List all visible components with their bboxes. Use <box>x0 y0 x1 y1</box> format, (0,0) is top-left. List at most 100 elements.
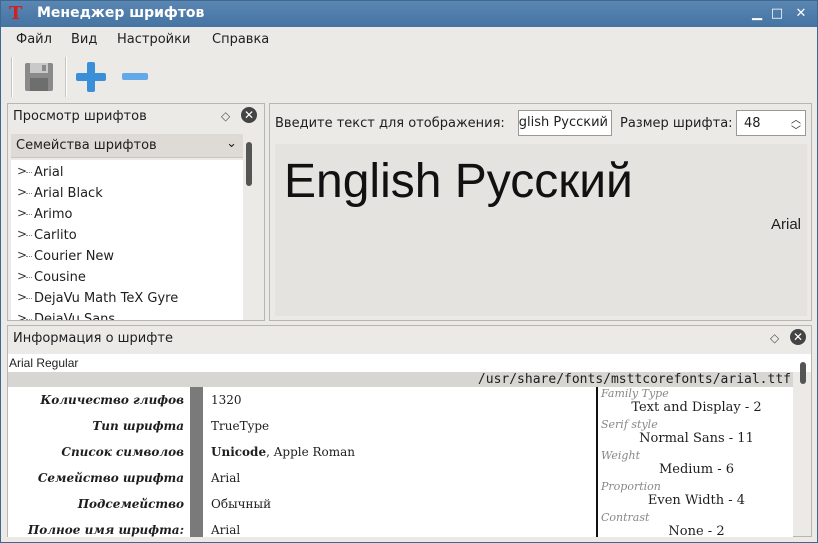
font-browser-dock: Просмотр шрифтов ◇ ✕ Семейства шрифтов ⌄… <box>7 103 265 321</box>
panose-key: Proportion <box>601 480 661 493</box>
font-family-label: Arial Black <box>34 186 103 201</box>
tree-connector <box>26 193 32 194</box>
tree-connector <box>26 277 32 278</box>
preview-panel: Введите текст для отображения: English Р… <box>269 103 812 321</box>
menu-file[interactable]: Файл <box>16 32 52 47</box>
tree-row[interactable]: > Arial Black <box>11 183 243 204</box>
info-value-text: Обычный <box>211 497 272 511</box>
window-title: Менеджер шрифтов <box>37 5 205 21</box>
dock-title: Просмотр шрифтов <box>13 109 147 124</box>
info-divider <box>190 491 203 517</box>
font-family-tree[interactable]: > Arial > Arial Black > Arimo > Carlito > Courier… <box>11 160 243 320</box>
info-value: Unicode, Apple Roman <box>211 445 355 459</box>
tree-connector <box>26 298 32 299</box>
info-value: 1320 <box>211 393 242 407</box>
info-row: Семейство шрифта Arial <box>8 465 596 491</box>
panose-value: Normal Sans - 11 <box>639 431 754 446</box>
font-file-path: /usr/share/fonts/msttcorefonts/arial.ttf <box>8 372 793 387</box>
tree-row[interactable]: > Arial <box>11 162 243 183</box>
menu-settings[interactable]: Настройки <box>117 32 190 47</box>
font-family-label: Arial <box>34 165 64 180</box>
tree-row[interactable]: > DejaVu Sans <box>11 309 243 320</box>
chevron-right-icon[interactable]: > <box>17 269 27 283</box>
close-icon[interactable]: ✕ <box>790 329 806 345</box>
info-row: Полное имя шрифта: Arial <box>8 517 596 537</box>
info-row: Подсемейство Обычный <box>8 491 596 517</box>
menu-help[interactable]: Справка <box>212 32 269 47</box>
info-divider <box>190 517 203 537</box>
info-value-bold: Unicode <box>211 445 267 459</box>
family-filter-value: Семейства шрифтов <box>16 138 157 153</box>
toolbar-separator <box>11 57 13 97</box>
add-font-button[interactable] <box>73 59 109 95</box>
menu-view[interactable]: Вид <box>71 32 97 47</box>
chevron-right-icon[interactable]: > <box>17 206 27 220</box>
chevron-down-icon[interactable]: ﹀ <box>791 122 801 137</box>
font-info-table: Количество глифов 1320 Тип шрифта TrueType С… <box>8 387 596 537</box>
font-family-label: Arimo <box>34 207 73 222</box>
tree-scrollbar[interactable] <box>246 142 252 186</box>
minimize-icon[interactable]: ▁ <box>749 6 765 22</box>
tree-row[interactable]: > Carlito <box>11 225 243 246</box>
info-value: Обычный <box>211 497 271 511</box>
info-key: Список символов <box>61 445 184 459</box>
save-button[interactable] <box>21 59 57 95</box>
remove-font-button[interactable] <box>117 59 153 95</box>
minus-icon <box>122 73 148 80</box>
preview-text-input[interactable]: English Русский <box>518 110 612 136</box>
font-info-dock: Информация о шрифте ◇ ✕ Arial Regular /u… <box>7 325 812 537</box>
preview-sample-text: English Русский <box>284 155 633 208</box>
tree-connector <box>26 319 32 320</box>
info-key: Подсемейство <box>77 497 184 511</box>
font-full-name: Arial Regular <box>8 354 811 372</box>
panose-key: Serif style <box>601 418 658 431</box>
maximize-icon[interactable]: □ <box>769 6 785 22</box>
menu-bar: Файл Вид Настройки Справка <box>1 27 817 53</box>
font-size-spinbox[interactable]: 48 ︿ ﹀ <box>736 110 806 137</box>
info-value-text: Arial <box>211 523 241 537</box>
tree-row[interactable]: > Arimo <box>11 204 243 225</box>
info-divider <box>190 465 203 491</box>
tree-row[interactable]: > Courier New <box>11 246 243 267</box>
toolbar-separator <box>65 57 67 97</box>
info-key: Тип шрифта <box>92 419 184 433</box>
tree-connector <box>26 214 32 215</box>
info-value-rest: , Apple Roman <box>266 445 356 459</box>
info-value-text: TrueType <box>211 419 270 433</box>
font-family-label: Cousine <box>34 270 86 285</box>
chevron-right-icon[interactable]: > <box>17 227 27 241</box>
chevron-right-icon[interactable]: > <box>17 185 27 199</box>
tree-connector <box>26 235 32 236</box>
font-size-label: Размер шрифта: <box>620 116 733 131</box>
info-key: Количество глифов <box>40 393 184 407</box>
font-family-label: DejaVu Math TeX Gyre <box>34 291 179 306</box>
preview-text-input-value: English Русский <box>518 115 608 130</box>
chevron-down-icon: ⌄ <box>226 136 237 151</box>
tree-row[interactable]: > Cousine <box>11 267 243 288</box>
tree-connector <box>26 172 32 173</box>
save-icon <box>25 63 53 91</box>
info-row: Список символов Unicode, Apple Roman <box>8 439 596 465</box>
preview-font-name: Arial <box>770 216 801 233</box>
info-divider <box>190 413 203 439</box>
preview-canvas: English Русский Arial <box>275 144 807 316</box>
float-icon[interactable]: ◇ <box>770 331 779 345</box>
font-family-label: Carlito <box>34 228 77 243</box>
chevron-right-icon[interactable]: > <box>17 164 27 178</box>
font-size-value: 48 <box>744 116 761 131</box>
tree-row[interactable]: > DejaVu Math TeX Gyre <box>11 288 243 309</box>
chevron-right-icon[interactable]: > <box>17 290 27 304</box>
close-icon[interactable]: ✕ <box>793 6 809 22</box>
close-icon[interactable]: ✕ <box>241 107 257 123</box>
info-value-text: Arial <box>211 471 241 485</box>
info-scrollbar[interactable] <box>800 362 806 384</box>
title-bar[interactable]: T Менеджер шрифтов ▁ □ ✕ <box>1 1 817 27</box>
info-key: Семейство шрифта <box>37 471 184 485</box>
info-divider <box>190 439 203 465</box>
chevron-right-icon[interactable]: > <box>17 248 27 262</box>
panose-key: Weight <box>601 449 640 462</box>
panose-value: None - 2 <box>668 524 725 537</box>
family-filter-select[interactable]: Семейства шрифтов ⌄ <box>11 134 243 158</box>
info-value: TrueType <box>211 419 269 433</box>
float-icon[interactable]: ◇ <box>221 109 230 123</box>
